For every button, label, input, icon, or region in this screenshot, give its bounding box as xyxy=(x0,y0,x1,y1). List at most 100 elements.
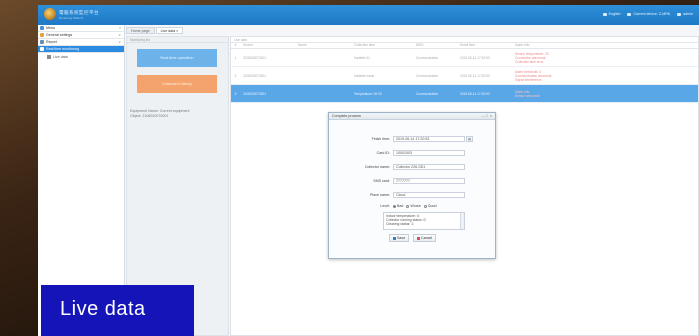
column-header[interactable]: Name xyxy=(298,43,354,48)
panel-header: Monitoring list xyxy=(127,37,228,43)
dialog-controls: – □ × xyxy=(482,114,492,118)
cell-alarm: Alarm threshold: 0 Communication abnorma… xyxy=(515,69,552,82)
save-icon xyxy=(393,236,396,240)
cell-alarm: Alarm info Sensor abnormal xyxy=(515,89,540,98)
cell-device: 2108020070001 xyxy=(243,55,267,60)
level-row: Level: Bad Worse Good xyxy=(329,204,440,208)
field-label: SMS card: xyxy=(373,179,390,183)
user-menu[interactable]: admin xyxy=(677,12,693,16)
cell-collection: Variable 01 xyxy=(354,55,370,60)
radio-unchecked-icon xyxy=(423,204,427,208)
place-name-input[interactable]: Cloud xyxy=(393,192,465,198)
chevron-icon: ∨ xyxy=(118,33,121,37)
tab-home[interactable]: Home page xyxy=(126,27,155,34)
field-label: Card ID: xyxy=(376,151,390,155)
cancel-icon xyxy=(417,236,420,240)
card-id-row: Card ID: 10001003 xyxy=(329,150,465,156)
table-row-selected[interactable]: 3 2108020070001 Temperature: 26.00 Commu… xyxy=(231,85,698,103)
cell-nsid: Communication xyxy=(416,73,439,78)
column-header: # xyxy=(234,43,237,47)
sidebar-subitem-label: Live data xyxy=(53,54,68,59)
close-icon[interactable]: × xyxy=(490,114,492,118)
level-radio-good[interactable]: Good xyxy=(423,204,437,208)
sidebar-item-report[interactable]: Report ∨ xyxy=(38,39,124,46)
cancel-label: Cancel xyxy=(421,236,433,240)
collector-name-row: Collector name: Collector 226-SD1 xyxy=(329,164,465,170)
language-switch[interactable]: English xyxy=(602,12,621,16)
caption-text: Live data xyxy=(60,298,146,320)
remark-text: Indoor temperature: 0; Collector running… xyxy=(386,214,427,226)
place-name-row: Place name: Cloud xyxy=(329,192,465,198)
cell-device: 2108020070001 xyxy=(243,73,267,78)
maximize-icon[interactable]: □ xyxy=(486,114,488,118)
sidebar-item-general-settings[interactable]: General settings ∨ xyxy=(38,32,124,39)
remark-textarea[interactable]: Indoor temperature: 0; Collector running… xyxy=(383,212,465,230)
column-header[interactable]: NSID xyxy=(416,43,460,48)
column-header[interactable]: Alarm info xyxy=(515,43,698,48)
radio-unchecked-icon xyxy=(406,204,410,208)
finish-time-row: Finish time: 2019-06-14 17:20:53 ▦ xyxy=(329,136,473,142)
command-history-button[interactable]: Command history xyxy=(137,75,217,93)
sms-card-input[interactable]: 7777777 xyxy=(393,178,465,184)
chevron-icon: « xyxy=(119,26,121,30)
top-bar: 電腦系统監控平台 Monitoring Platform English Cur… xyxy=(38,5,699,25)
cell-nsid: Communication xyxy=(416,91,439,96)
equipment-value: Object: 2108020070001 xyxy=(130,114,169,118)
column-header[interactable]: Collection time xyxy=(354,43,416,48)
tab-live-data[interactable]: Live data × xyxy=(155,27,184,34)
finish-time-input[interactable]: 2019-06-14 17:20:53 xyxy=(393,136,465,142)
sidebar-item-real-time-monitoring[interactable]: Real time monitoring xyxy=(38,46,124,53)
cell-collection: Variable name xyxy=(354,73,375,78)
cell-time: 2019-06-14 17:20:53 xyxy=(460,55,490,60)
menu-icon xyxy=(40,26,44,30)
sidebar-item-menu[interactable]: Menu « xyxy=(38,25,124,32)
radio-label: Good xyxy=(427,204,437,208)
user-label: admin xyxy=(683,12,693,16)
sidebar-item-label: Menu xyxy=(46,26,55,30)
field-label: Finish time: xyxy=(371,137,390,141)
level-radio-bad[interactable]: Bad xyxy=(393,204,403,208)
dialog-title-bar: Complete process – □ × xyxy=(329,113,495,120)
chevron-icon: ∨ xyxy=(118,40,121,44)
row-number: 3 xyxy=(234,91,237,96)
language-label: English xyxy=(608,12,621,16)
column-header[interactable]: Device xyxy=(240,43,298,48)
field-label: Collector name: xyxy=(364,165,390,169)
settings-icon xyxy=(40,33,44,37)
row-number: 2 xyxy=(234,73,237,78)
app-subtitle: Monitoring Platform xyxy=(59,16,84,20)
dialog-title: Complete process xyxy=(332,114,361,118)
real-time-operation-button[interactable]: Real-time operation xyxy=(137,49,217,67)
sms-card-row: SMS card: 7777777 xyxy=(329,178,465,184)
cell-time: 2019-06-14 17:20:53 xyxy=(460,91,490,96)
live-data-icon xyxy=(47,54,51,59)
calendar-icon[interactable]: ▦ xyxy=(466,136,473,142)
logo-icon xyxy=(44,8,56,20)
cancel-button[interactable]: Cancel xyxy=(413,234,437,242)
level-radio-worse[interactable]: Worse xyxy=(406,204,421,208)
table-row[interactable]: 1 2108020070001 Variable 01 Communicatio… xyxy=(231,49,698,67)
card-id-input[interactable]: 10001003 xyxy=(393,150,465,156)
sidebar-subitem-live-data[interactable]: Live data xyxy=(38,53,124,60)
sidebar-item-label: Report xyxy=(46,40,57,44)
save-label: Save xyxy=(397,236,406,240)
tab-bar: Home page Live data × xyxy=(126,27,184,34)
textarea-scrollbar[interactable] xyxy=(460,213,464,229)
current-device-label: Current device: Z-MRK xyxy=(633,12,671,16)
current-device[interactable]: Current device: Z-MRK xyxy=(627,12,670,16)
column-header[interactable]: Detail time xyxy=(460,43,515,48)
cell-device: 2108020070001 xyxy=(243,91,267,96)
field-label: Level: xyxy=(380,204,390,208)
row-number: 1 xyxy=(234,55,237,60)
radio-label: Bad xyxy=(397,204,404,208)
save-button[interactable]: Save xyxy=(389,234,410,242)
sidebar-item-label: General settings xyxy=(46,33,73,37)
minimize-icon[interactable]: – xyxy=(482,114,484,118)
cell-alarm: Sensor temperature: 23 Connection abnorm… xyxy=(515,51,549,64)
radio-checked-icon xyxy=(393,204,396,208)
user-icon xyxy=(677,12,682,16)
table-row[interactable]: 2 2108020070001 Variable name Communicat… xyxy=(231,67,698,85)
field-label: Place name: xyxy=(370,193,390,197)
device-icon xyxy=(627,12,632,16)
collector-name-input[interactable]: Collector 226-SD1 xyxy=(393,164,465,170)
